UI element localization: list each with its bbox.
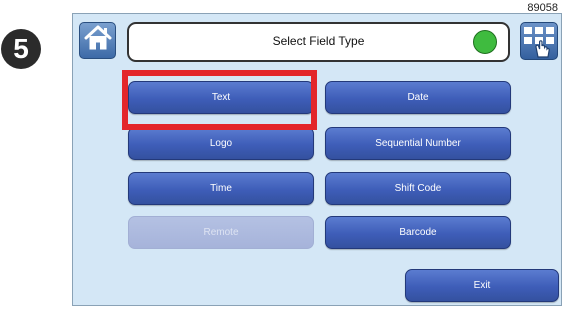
sequential-number-field-button[interactable]: Sequential Number: [325, 127, 511, 160]
home-icon: [83, 24, 113, 57]
step-badge: 5: [1, 29, 41, 69]
remote-field-button: Remote: [128, 216, 314, 249]
exit-button[interactable]: Exit: [405, 269, 559, 302]
keypad-button[interactable]: [520, 22, 558, 60]
date-field-button[interactable]: Date: [325, 81, 511, 114]
touchscreen-panel: Select Field Type Text Date Logo Sequent…: [72, 13, 562, 306]
logo-field-button[interactable]: Logo: [128, 127, 314, 160]
keypad-touch-icon: [521, 27, 557, 63]
status-indicator: [473, 30, 497, 54]
page-title: Select Field Type: [272, 34, 365, 48]
shift-code-field-button[interactable]: Shift Code: [325, 172, 511, 205]
home-button[interactable]: [79, 22, 116, 59]
title-bar: Select Field Type: [127, 22, 510, 62]
barcode-field-button[interactable]: Barcode: [325, 216, 511, 249]
time-field-button[interactable]: Time: [128, 172, 314, 205]
callout-highlight-box: [122, 70, 317, 130]
